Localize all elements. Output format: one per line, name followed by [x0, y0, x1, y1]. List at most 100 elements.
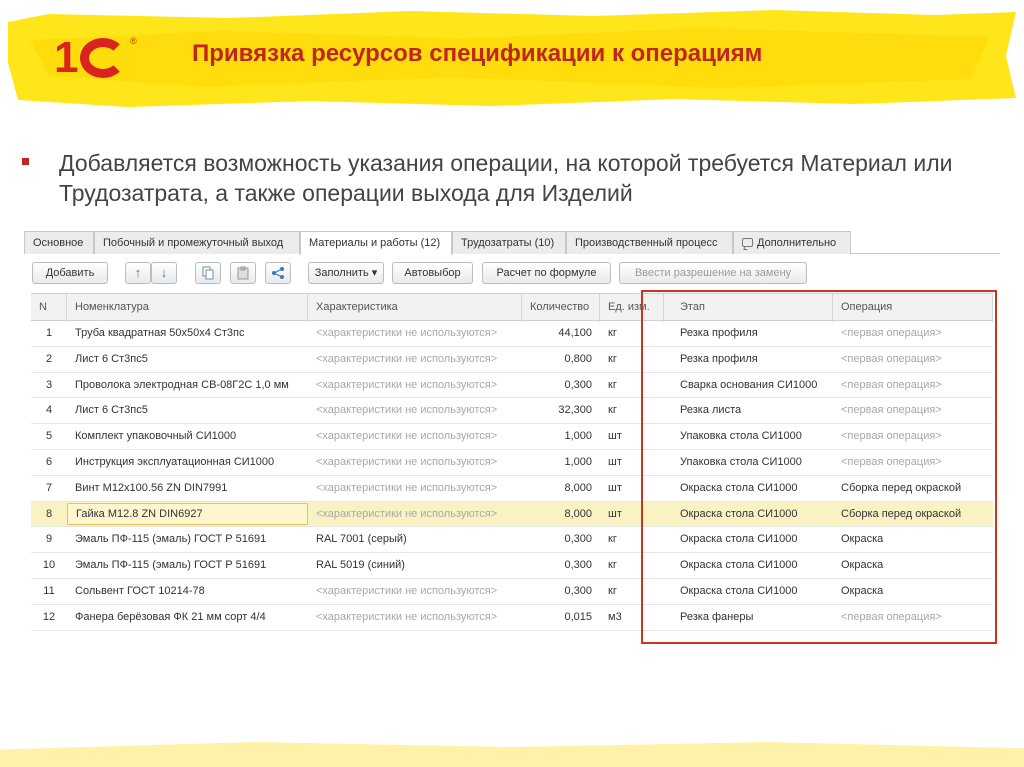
quantity-cell[interactable]: 0,300: [522, 553, 600, 578]
table-row[interactable]: 1 Труба квадратная 50х50х4 Ст3пс <характер…: [31, 321, 993, 347]
stage-cell[interactable]: Упаковка стола СИ1000: [672, 450, 833, 475]
stage-cell[interactable]: Резка профиля: [672, 347, 833, 372]
stage-cell[interactable]: Окраска стола СИ1000: [672, 476, 833, 501]
move-up-button[interactable]: ↑: [125, 262, 151, 284]
nomenclature-cell[interactable]: Винт М12х100.56 ZN DIN7991: [67, 476, 308, 501]
quantity-cell[interactable]: 32,300: [522, 398, 600, 423]
unit-cell[interactable]: кг: [600, 398, 664, 423]
nomenclature-cell[interactable]: Фанера берёзовая ФК 21 мм сорт 4/4: [67, 605, 308, 630]
table-row[interactable]: 2 Лист 6 Ст3пс5 <характеристики не использ…: [31, 347, 993, 373]
column-header-stage[interactable]: Этап: [672, 294, 833, 322]
stage-cell[interactable]: Окраска стола СИ1000: [672, 502, 833, 527]
nomenclature-cell[interactable]: Проволока электродная СВ-08Г2С 1,0 мм: [67, 373, 308, 398]
unit-cell[interactable]: кг: [600, 579, 664, 604]
column-header-unit[interactable]: Ед. изм.: [600, 294, 664, 322]
table-row[interactable]: 9 Эмаль ПФ-115 (эмаль) ГОСТ Р 51691 RAL 70…: [31, 527, 993, 554]
operation-cell[interactable]: <первая операция>: [833, 398, 993, 423]
operation-cell[interactable]: <первая операция>: [833, 605, 993, 630]
quantity-cell[interactable]: 0,300: [522, 373, 600, 398]
structure-button[interactable]: [265, 262, 291, 284]
row-number-cell[interactable]: 6: [31, 450, 67, 475]
operation-cell[interactable]: <первая операция>: [833, 321, 993, 346]
unit-cell[interactable]: кг: [600, 527, 664, 552]
fill-dropdown-button[interactable]: Заполнить ▾: [308, 262, 384, 284]
characteristic-cell[interactable]: <характеристики не используются>: [308, 476, 522, 501]
column-header-n[interactable]: N: [31, 294, 67, 322]
characteristic-cell[interactable]: <характеристики не используются>: [308, 502, 522, 527]
nomenclature-cell[interactable]: Эмаль ПФ-115 (эмаль) ГОСТ Р 51691: [67, 553, 308, 578]
row-number-cell[interactable]: 11: [31, 579, 67, 604]
characteristic-cell[interactable]: <характеристики не используются>: [308, 450, 522, 475]
tab-production-process[interactable]: Производственный процесс: [566, 231, 733, 254]
copy-button[interactable]: [195, 262, 221, 284]
nomenclature-cell[interactable]: Сольвент ГОСТ 10214-78: [67, 579, 308, 604]
nomenclature-cell[interactable]: Гайка М12.8 ZN DIN6927: [67, 502, 308, 525]
quantity-cell[interactable]: 8,000: [522, 476, 600, 501]
table-row[interactable]: 4 Лист 6 Ст3пс5 <характеристики не использ…: [31, 398, 993, 425]
nomenclature-cell[interactable]: Труба квадратная 50х50х4 Ст3пс: [67, 321, 308, 346]
characteristic-cell[interactable]: <характеристики не используются>: [308, 398, 522, 423]
row-number-cell[interactable]: 9: [31, 527, 67, 552]
unit-cell[interactable]: шт: [600, 476, 664, 501]
unit-cell[interactable]: шт: [600, 502, 664, 527]
move-down-button[interactable]: ↓: [151, 262, 177, 284]
operation-cell[interactable]: Окраска: [833, 553, 993, 578]
row-number-cell[interactable]: 5: [31, 424, 67, 449]
row-number-cell[interactable]: 3: [31, 373, 67, 398]
row-number-cell[interactable]: 4: [31, 398, 67, 423]
operation-cell[interactable]: <первая операция>: [833, 347, 993, 372]
stage-cell[interactable]: Окраска стола СИ1000: [672, 579, 833, 604]
operation-cell[interactable]: Сборка перед окраской: [833, 502, 993, 527]
paste-button[interactable]: [230, 262, 256, 284]
table-row[interactable]: 5 Комплект упаковочный СИ1000 <характерист…: [31, 424, 993, 450]
tab-labor[interactable]: Трудозатраты (10): [452, 231, 566, 254]
quantity-cell[interactable]: 0,300: [522, 527, 600, 552]
characteristic-cell[interactable]: <характеристики не используются>: [308, 373, 522, 398]
row-number-cell[interactable]: 12: [31, 605, 67, 630]
operation-cell[interactable]: <первая операция>: [833, 373, 993, 398]
row-number-cell[interactable]: 1: [31, 321, 67, 346]
quantity-cell[interactable]: 8,000: [522, 502, 600, 527]
stage-cell[interactable]: Окраска стола СИ1000: [672, 527, 833, 552]
column-header-operation[interactable]: Операция: [833, 294, 993, 322]
characteristic-cell[interactable]: RAL 5019 (синий): [308, 553, 522, 578]
row-number-cell[interactable]: 10: [31, 553, 67, 578]
nomenclature-cell[interactable]: Инструкция эксплуатационная СИ1000: [67, 450, 308, 475]
row-number-cell[interactable]: 2: [31, 347, 67, 372]
unit-cell[interactable]: м3: [600, 605, 664, 630]
nomenclature-cell[interactable]: Комплект упаковочный СИ1000: [67, 424, 308, 449]
operation-cell[interactable]: Окраска: [833, 579, 993, 604]
table-row[interactable]: 7 Винт М12х100.56 ZN DIN7991 <характеристи…: [31, 476, 993, 502]
nomenclature-cell[interactable]: Эмаль ПФ-115 (эмаль) ГОСТ Р 51691: [67, 527, 308, 552]
characteristic-cell[interactable]: <характеристики не используются>: [308, 579, 522, 604]
tab-additional[interactable]: Дополнительно: [733, 231, 851, 254]
add-button[interactable]: Добавить: [32, 262, 108, 284]
table-row[interactable]: 8 Гайка М12.8 ZN DIN6927 <характеристики н…: [31, 501, 993, 528]
characteristic-cell[interactable]: <характеристики не используются>: [308, 321, 522, 346]
table-row[interactable]: 12 Фанера берёзовая ФК 21 мм сорт 4/4 <хар…: [31, 605, 993, 631]
table-row[interactable]: 3 Проволока электродная СВ-08Г2С 1,0 мм <х…: [31, 373, 993, 399]
operation-cell[interactable]: Сборка перед окраской: [833, 476, 993, 501]
quantity-cell[interactable]: 44,100: [522, 321, 600, 346]
characteristic-cell[interactable]: RAL 7001 (серый): [308, 527, 522, 552]
quantity-cell[interactable]: 0,800: [522, 347, 600, 372]
quantity-cell[interactable]: 1,000: [522, 450, 600, 475]
unit-cell[interactable]: кг: [600, 553, 664, 578]
column-header-nomenclature[interactable]: Номенклатура: [67, 294, 308, 322]
tab-main[interactable]: Основное: [24, 231, 94, 254]
characteristic-cell[interactable]: <характеристики не используются>: [308, 347, 522, 372]
tab-byproduct[interactable]: Побочный и промежуточный выход: [94, 231, 300, 254]
unit-cell[interactable]: кг: [600, 373, 664, 398]
unit-cell[interactable]: шт: [600, 424, 664, 449]
row-number-cell[interactable]: 8: [31, 502, 67, 527]
table-row[interactable]: 11 Сольвент ГОСТ 10214-78 <характеристики …: [31, 579, 993, 605]
unit-cell[interactable]: шт: [600, 450, 664, 475]
tab-materials[interactable]: Материалы и работы (12): [300, 231, 452, 255]
stage-cell[interactable]: Резка фанеры: [672, 605, 833, 630]
column-header-quantity[interactable]: Количество: [522, 294, 600, 322]
row-number-cell[interactable]: 7: [31, 476, 67, 501]
operation-cell[interactable]: <первая операция>: [833, 450, 993, 475]
operation-cell[interactable]: <первая операция>: [833, 424, 993, 449]
nomenclature-cell[interactable]: Лист 6 Ст3пс5: [67, 347, 308, 372]
unit-cell[interactable]: кг: [600, 347, 664, 372]
